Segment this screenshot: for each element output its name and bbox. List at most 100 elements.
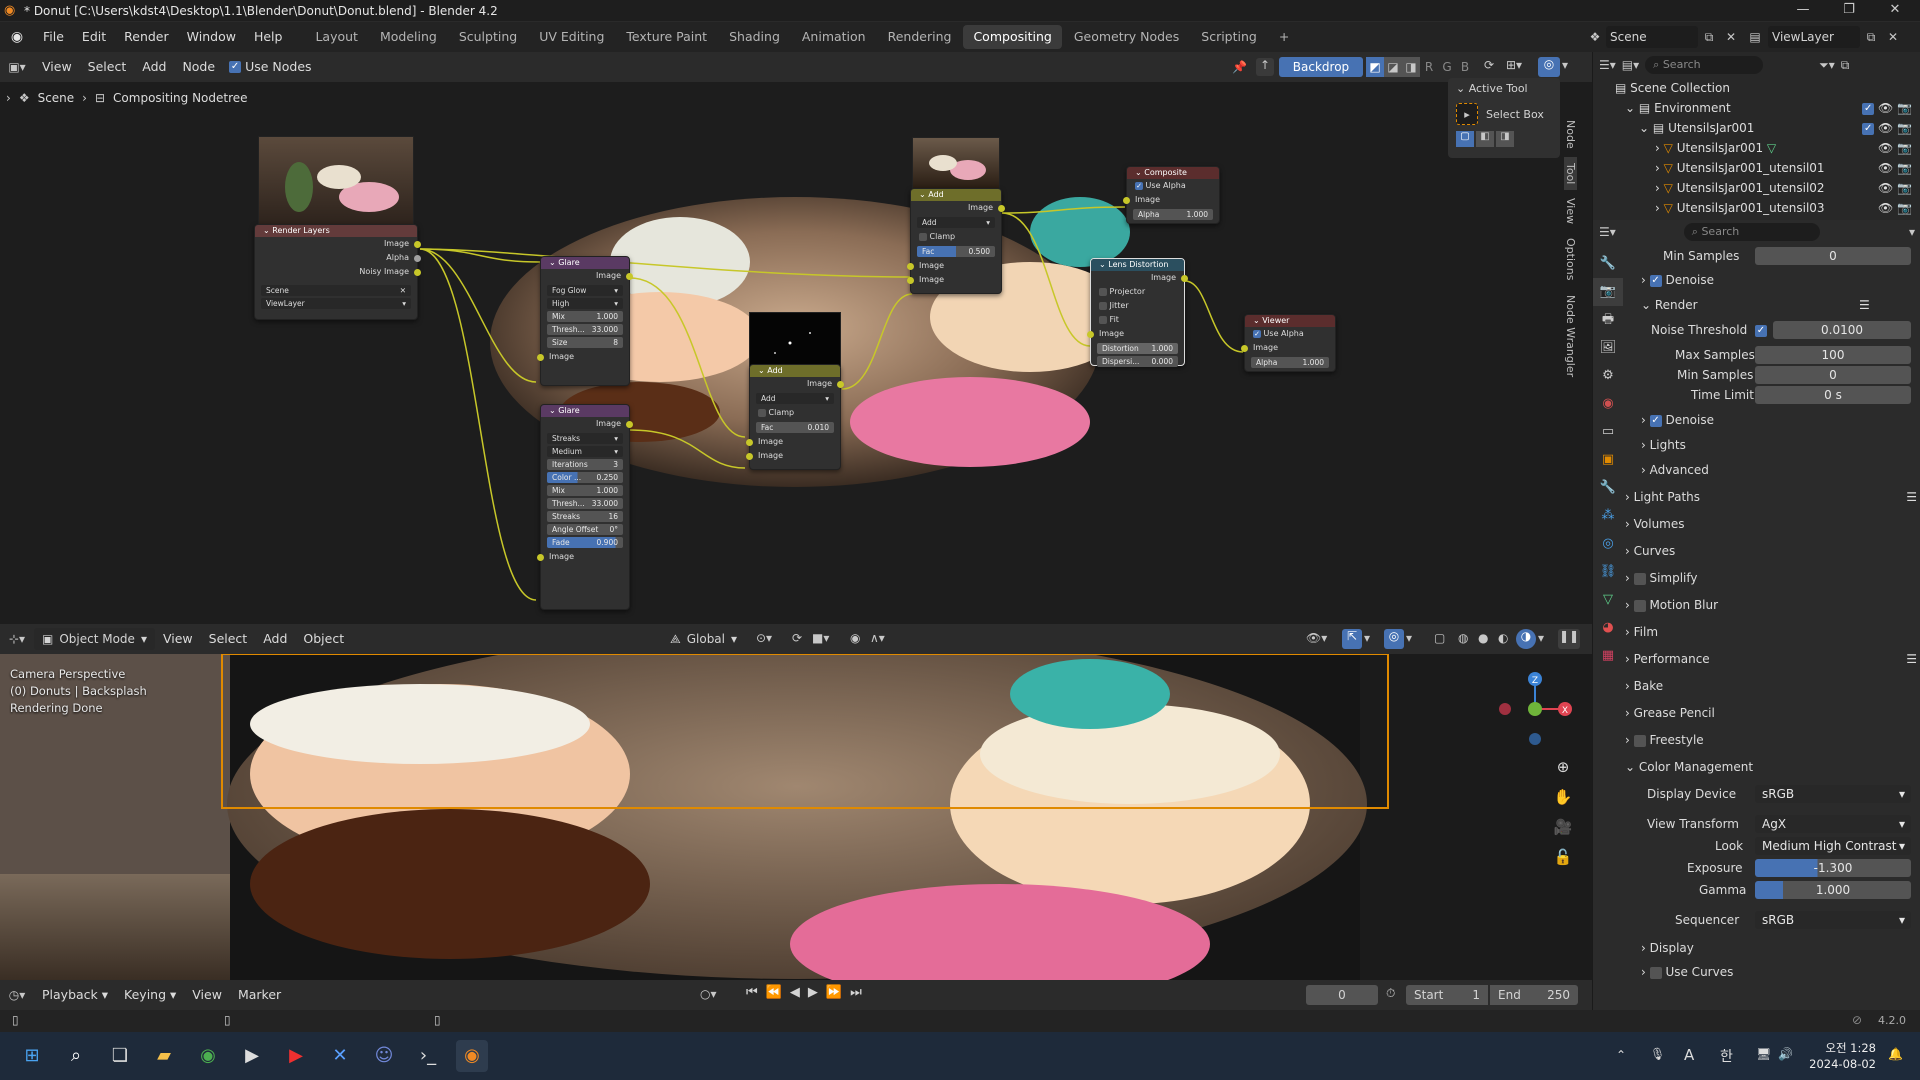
- streaks-field[interactable]: Streaks 16: [547, 511, 623, 522]
- play-reverse-icon[interactable]: ◀: [790, 985, 800, 1000]
- fac-field[interactable]: Fac 0.010: [756, 422, 834, 433]
- modifier-tab-icon[interactable]: 🔧: [1593, 474, 1623, 502]
- input-socket[interactable]: [907, 277, 914, 284]
- node-viewer-header[interactable]: ⌄ Viewer: [1245, 315, 1335, 327]
- properties-search[interactable]: ⌕ Search: [1683, 223, 1820, 241]
- camera-view-icon[interactable]: 🎥: [1550, 812, 1576, 842]
- panel-performance[interactable]: › Performance ☰: [1625, 648, 1920, 670]
- chevron-right-icon[interactable]: ›: [1655, 181, 1660, 195]
- checkbox[interactable]: [1099, 287, 1107, 296]
- checkbox[interactable]: ✓: [1253, 329, 1261, 338]
- fade-field[interactable]: Fade 0.900: [547, 537, 623, 548]
- glare-type-select[interactable]: Fog Glow ▾: [547, 285, 623, 296]
- jump-end-icon[interactable]: ⏭: [850, 985, 862, 1000]
- channel-b[interactable]: B: [1456, 60, 1474, 74]
- node-composite-header[interactable]: ⌄ Composite: [1127, 167, 1219, 179]
- remove-viewlayer-icon[interactable]: ✕: [1882, 30, 1904, 44]
- row-toggles[interactable]: 👁 📷: [1878, 198, 1912, 218]
- chevron-right-icon[interactable]: ›: [1655, 161, 1660, 175]
- pin-icon[interactable]: 📌: [1232, 60, 1247, 74]
- node-render-layers[interactable]: ⌄ Render Layers Image Alpha Noisy Image …: [254, 224, 421, 320]
- scene-selector[interactable]: Scene: [1606, 26, 1698, 48]
- menu-select[interactable]: Select: [201, 624, 256, 654]
- input-socket[interactable]: [537, 354, 544, 361]
- zoom-icon[interactable]: ⊕: [1550, 752, 1576, 782]
- breadcrumb-toggle-icon[interactable]: ›: [6, 91, 11, 105]
- navigation-gizmo[interactable]: Z X: [1490, 664, 1580, 754]
- freestyle-checkbox[interactable]: [1633, 734, 1646, 747]
- node-mix-add-2[interactable]: ⌄ Add Image Add ▾ Clamp Fac 0.500 Image Im…: [907, 188, 1005, 294]
- pause-render-icon[interactable]: ❚❚: [1558, 629, 1580, 649]
- menu-marker[interactable]: Marker: [230, 980, 289, 1010]
- tab-view[interactable]: View: [1564, 192, 1577, 230]
- checkbox[interactable]: [919, 232, 927, 241]
- input-socket[interactable]: [1241, 345, 1248, 352]
- minimize-button[interactable]: —: [1780, 0, 1826, 22]
- chevron-down-icon[interactable]: ⌄: [1639, 121, 1649, 135]
- output-socket[interactable]: [998, 205, 1005, 212]
- particles-tab-icon[interactable]: ⁂: [1593, 502, 1623, 530]
- panel-motion-blur[interactable]: › Motion Blur: [1625, 594, 1920, 616]
- quality-select[interactable]: Medium ▾: [547, 446, 623, 457]
- node-composite[interactable]: ⌄ Composite ✓ Use Alpha Image Alpha 1.000: [1123, 166, 1220, 224]
- checkbox[interactable]: ✓: [1135, 181, 1143, 190]
- overlays-icon[interactable]: ◎: [1538, 57, 1560, 77]
- fac-field[interactable]: Fac 0.500: [917, 246, 995, 257]
- clock[interactable]: 오전 1:28 2024-08-02: [1806, 1040, 1876, 1072]
- tab-layout[interactable]: Layout: [305, 25, 368, 49]
- xray-icon[interactable]: ▢: [1434, 631, 1445, 645]
- row-toggles[interactable]: 👁 📷: [1878, 138, 1912, 158]
- panel-freestyle[interactable]: › Freestyle: [1625, 729, 1920, 751]
- preset-list-icon[interactable]: ☰: [1906, 486, 1917, 508]
- output-socket[interactable]: [837, 381, 844, 388]
- editor-type-icon[interactable]: ◷▾: [0, 988, 34, 1002]
- blender-menu-icon[interactable]: ◉: [0, 29, 34, 45]
- node-lens-distortion[interactable]: ⌄ Lens Distortion Image Projector Jitter…: [1087, 258, 1188, 367]
- node-render-layers-header[interactable]: ⌄ Render Layers: [255, 225, 417, 237]
- clamp-checkbox[interactable]: Clamp: [911, 230, 1001, 244]
- file-explorer-icon[interactable]: ▰: [148, 1040, 180, 1072]
- editor-type-icon[interactable]: ☰▾: [1599, 58, 1616, 72]
- channel-g[interactable]: G: [1438, 60, 1456, 74]
- snap-target-icon[interactable]: ■▾: [812, 631, 829, 645]
- tab-scripting[interactable]: Scripting: [1191, 25, 1267, 49]
- options-dropdown-icon[interactable]: ▾: [1909, 225, 1915, 239]
- collection-tab-icon[interactable]: ▭: [1593, 418, 1623, 446]
- tab-tool[interactable]: Tool: [1564, 156, 1577, 191]
- mix-field[interactable]: Mix 1.000: [547, 311, 623, 322]
- tab-node[interactable]: Node: [1564, 114, 1577, 155]
- panel-curves[interactable]: › Curves: [1625, 540, 1920, 562]
- use-curves-checkbox[interactable]: [1649, 966, 1662, 979]
- constraints-tab-icon[interactable]: ⛓: [1593, 558, 1623, 586]
- snap-target-icon[interactable]: ⊞▾: [1506, 58, 1522, 72]
- overlays-dropdown-icon[interactable]: ▾: [1406, 631, 1412, 645]
- play-icon[interactable]: ▶: [808, 985, 818, 1000]
- task-view-icon[interactable]: ❏: [104, 1040, 136, 1072]
- checkbox[interactable]: [758, 408, 766, 417]
- time-limit-field[interactable]: 0 s: [1755, 386, 1911, 404]
- start-frame-field[interactable]: Start 1: [1406, 985, 1488, 1005]
- remove-scene-icon[interactable]: ✕: [1720, 30, 1742, 44]
- angle-offset-field[interactable]: Angle Offset 0°: [547, 524, 623, 535]
- alpha-field[interactable]: Alpha 1.000: [1133, 209, 1213, 220]
- new-viewlayer-icon[interactable]: ⧉: [1860, 30, 1882, 45]
- menu-add[interactable]: Add: [134, 52, 174, 82]
- jump-keyframe-forward-icon[interactable]: ⏩: [826, 985, 842, 1000]
- panel-color-management[interactable]: ⌄ Color Management: [1625, 756, 1920, 778]
- volume-icon[interactable]: 🔊: [1778, 1047, 1793, 1061]
- denoise-checkbox[interactable]: ✓: [1649, 274, 1662, 287]
- pivot-icon[interactable]: ⊙▾: [756, 631, 772, 645]
- current-frame-field[interactable]: 0: [1306, 985, 1378, 1005]
- menu-render[interactable]: Render: [115, 22, 178, 52]
- menu-view[interactable]: View: [184, 980, 230, 1010]
- menu-playback[interactable]: Playback ▾: [34, 980, 116, 1010]
- input-socket[interactable]: [746, 453, 753, 460]
- compositor-node-editor[interactable]: ▣▾ View Select Add Node ✓ Use Nodes 📌 ↑ …: [0, 52, 1592, 624]
- outliner-row-scene-collection[interactable]: ▤ Scene Collection: [1593, 78, 1920, 98]
- chevron-right-icon[interactable]: ›: [1655, 201, 1660, 215]
- physics-tab-icon[interactable]: ◎: [1593, 530, 1623, 558]
- menu-help[interactable]: Help: [245, 22, 292, 52]
- menu-view[interactable]: View: [34, 52, 80, 82]
- chevron-right-icon[interactable]: ›: [1655, 141, 1660, 155]
- denoise-checkbox[interactable]: ✓: [1649, 414, 1662, 427]
